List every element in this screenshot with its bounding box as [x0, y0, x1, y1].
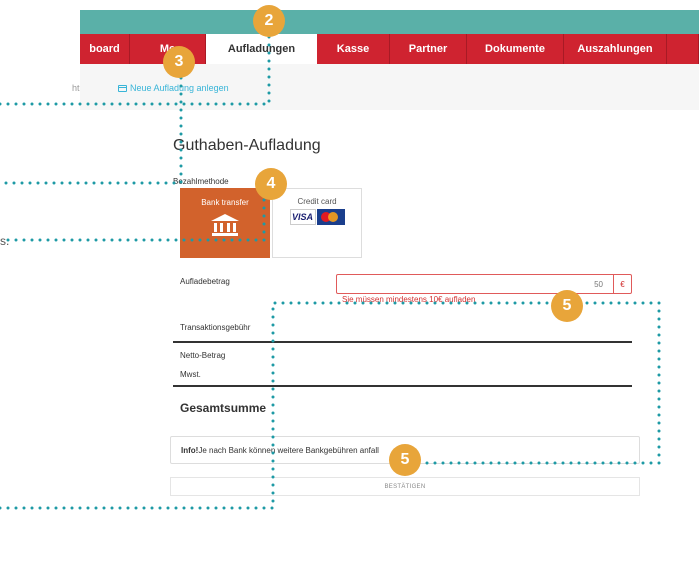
- app-window: board Me Aufladungen Kasse Partner Dokum…: [72, 0, 699, 582]
- divider: [173, 341, 632, 343]
- nav-tab-dashboard[interactable]: board: [80, 34, 130, 64]
- credit-card-label: Credit card: [297, 197, 337, 206]
- card-logos: VISA: [273, 209, 361, 225]
- amount-input[interactable]: [337, 275, 613, 293]
- credit-card-icon: [118, 84, 127, 92]
- info-text: Info!Je nach Bank können weitere Bankgeb…: [181, 446, 379, 455]
- nav-tab-me[interactable]: Me: [130, 34, 206, 64]
- new-topup-label: Neue Aufladung anlegen: [130, 83, 229, 93]
- info-bold: Info!: [181, 446, 199, 455]
- nav-tab-dokumente[interactable]: Dokumente: [467, 34, 564, 64]
- nav-tab-kasse[interactable]: Kasse: [317, 34, 390, 64]
- mastercard-logo: [316, 209, 345, 225]
- main-content: Guthaben-Aufladung Bezahlmethode Bank tr…: [80, 110, 699, 582]
- amount-error-message: Sie müssen mindestens 10€ aufladen: [342, 295, 476, 304]
- confirm-button[interactable]: BESTÄTIGEN: [170, 477, 640, 496]
- page-title: Guthaben-Aufladung: [173, 137, 321, 154]
- nav-tab-auszahlungen[interactable]: Auszahlungen: [564, 34, 667, 64]
- divider: [173, 385, 632, 387]
- payment-option-bank-transfer[interactable]: Bank transfer: [180, 188, 270, 258]
- nav-tab-partner[interactable]: Partner: [390, 34, 467, 64]
- amount-label: Aufladebetrag: [180, 277, 230, 286]
- info-box: Info!Je nach Bank können weitere Bankgeb…: [170, 436, 640, 464]
- left-margin: [0, 0, 80, 582]
- nav-tab-more[interactable]: [667, 34, 699, 64]
- payment-method-label: Bezahlmethode: [173, 177, 229, 186]
- nav-tab-aufladungen[interactable]: Aufladungen: [206, 34, 317, 64]
- visa-logo: VISA: [289, 209, 316, 225]
- overview-link[interactable]: ht: [72, 83, 80, 93]
- amount-field: €: [336, 274, 632, 294]
- sub-navigation: ht Neue Aufladung anlegen: [72, 64, 699, 110]
- currency-addon: €: [613, 275, 631, 293]
- bank-icon: [211, 214, 239, 236]
- total-label: Gesamtsumme: [180, 401, 267, 415]
- new-topup-link[interactable]: Neue Aufladung anlegen: [118, 83, 229, 93]
- bank-transfer-label: Bank transfer: [201, 198, 249, 207]
- vat-label: Mwst.: [180, 370, 201, 379]
- info-message: Je nach Bank können weitere Bankgebühren…: [198, 446, 379, 455]
- transaction-fee-label: Transaktionsgebühr: [180, 323, 251, 332]
- edge-text-fragment: s.: [0, 234, 10, 248]
- main-nav: board Me Aufladungen Kasse Partner Dokum…: [80, 34, 699, 64]
- payment-option-credit-card[interactable]: Credit card VISA: [272, 188, 362, 258]
- net-amount-label: Netto-Betrag: [180, 351, 226, 360]
- top-header-strip: [80, 10, 699, 34]
